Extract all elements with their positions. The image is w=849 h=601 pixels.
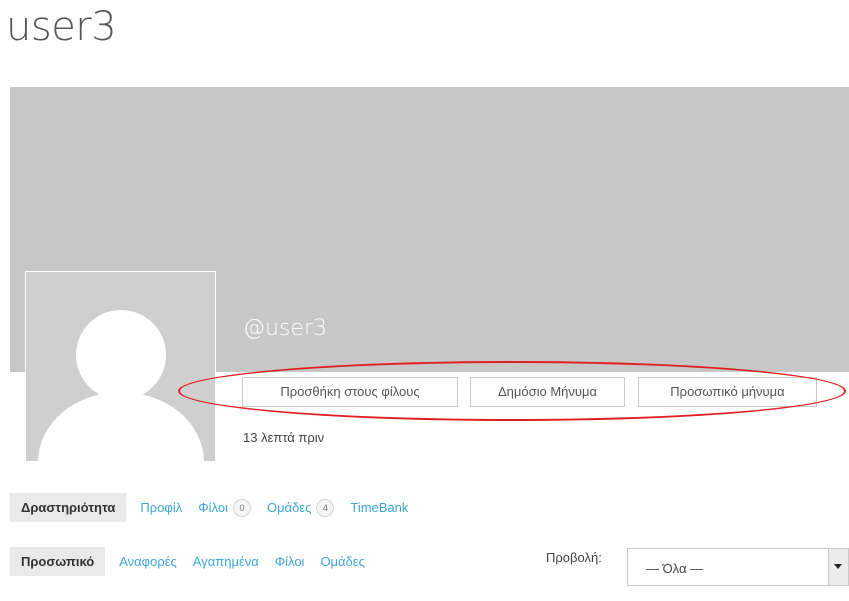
subtab-personal[interactable]: Προσωπικό <box>10 547 106 576</box>
last-active-text: 13 λεπτά πριν <box>243 430 325 445</box>
profile-main-nav: Δραστηριότητα Προφίλ Φίλοι 0 Ομάδες 4 Ti… <box>10 493 424 522</box>
subtab-favorites[interactable]: Αγαπημένα <box>193 554 259 569</box>
tab-profile[interactable]: Προφίλ <box>140 500 182 515</box>
subtab-friends[interactable]: Φίλοι <box>275 554 305 569</box>
default-avatar-icon <box>26 272 215 461</box>
private-message-button[interactable]: Προσωπικό μήνυμα <box>638 377 817 407</box>
filter-selected-value: — Όλα — <box>646 561 704 576</box>
avatar-head-shape <box>76 310 166 400</box>
tab-friends-label: Φίλοι <box>198 500 228 515</box>
tab-activity[interactable]: Δραστηριότητα <box>10 493 127 522</box>
avatar[interactable] <box>25 271 216 462</box>
dropdown-toggle[interactable] <box>828 549 848 585</box>
page-title: user3 <box>6 4 117 50</box>
subtab-groups[interactable]: Ομάδες <box>320 554 364 569</box>
subtab-mentions[interactable]: Αναφορές <box>119 554 177 569</box>
tab-friends[interactable]: Φίλοι 0 <box>198 498 251 517</box>
user-handle: @user3 <box>243 316 327 341</box>
tab-timebank[interactable]: TimeBank <box>350 500 408 515</box>
avatar-body-shape <box>38 392 204 461</box>
filter-select[interactable]: — Όλα — <box>627 548 849 586</box>
chevron-down-icon <box>834 564 842 569</box>
groups-count-badge: 4 <box>316 498 335 517</box>
filter-label: Προβολή: <box>546 550 602 565</box>
friends-count-badge: 0 <box>232 498 251 517</box>
tab-groups-label: Ομάδες <box>266 500 312 515</box>
activity-sub-nav: Προσωπικό Αναφορές Αγαπημένα Φίλοι Ομάδε… <box>10 547 381 576</box>
public-message-button[interactable]: Δημόσιο Μήνυμα <box>470 377 625 407</box>
add-friend-button[interactable]: Προσθήκη στους φίλους <box>242 377 458 407</box>
tab-groups[interactable]: Ομάδες 4 <box>266 498 335 517</box>
